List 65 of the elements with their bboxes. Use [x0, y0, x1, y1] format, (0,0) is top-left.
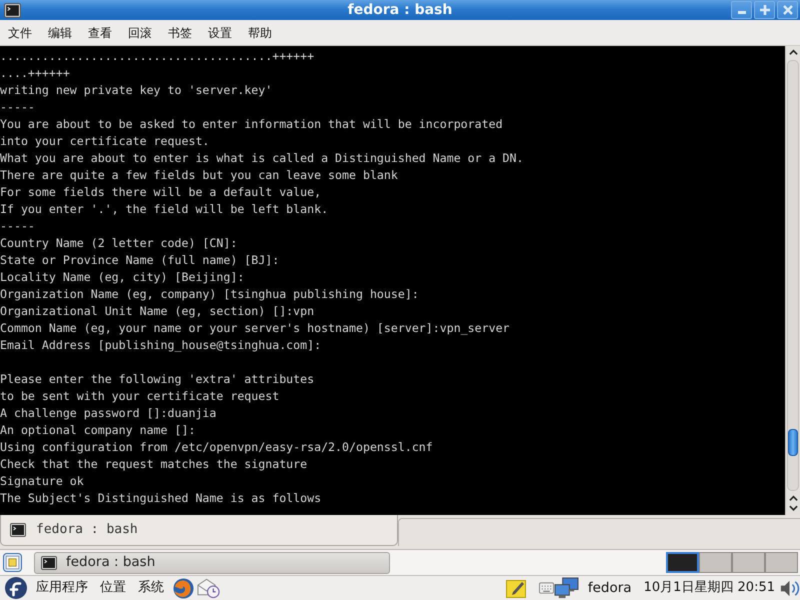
- window-title: fedora : bash: [348, 1, 452, 20]
- panel-menu[interactable]: 位置: [94, 578, 132, 598]
- workspace-tile[interactable]: [699, 552, 732, 573]
- terminal-line: writing new private key to 'server.key': [0, 82, 274, 99]
- scroll-up-icon[interactable]: [788, 495, 798, 502]
- terminal-line: A challenge password []:duanjia: [0, 405, 218, 422]
- terminal-line: into your certificate request.: [0, 133, 210, 150]
- plus-icon: [760, 5, 770, 15]
- workspace-tile[interactable]: [765, 552, 798, 573]
- terminal-line: The Subject's Distinguished Name is as follows: [0, 490, 322, 507]
- minimize-button[interactable]: [731, 1, 752, 19]
- terminal-line: Common Name (eg, your name or your server's hostname) [server]:vpn_server: [0, 320, 511, 337]
- terminal-line: Using configuration from /etc/openvpn/easy-rsa/2.0/openssl.cnf: [0, 439, 434, 456]
- task-button[interactable]: fedora : bash: [34, 552, 390, 574]
- terminal-tab[interactable]: fedora : bash: [0, 515, 398, 546]
- minimize-icon: [738, 11, 746, 14]
- workspace-tile[interactable]: [732, 552, 765, 573]
- terminal-line: -----: [0, 99, 36, 116]
- terminal-icon: [10, 523, 26, 537]
- note-pencil-icon[interactable]: [506, 578, 526, 598]
- maximize-button[interactable]: [754, 1, 775, 19]
- terminal-line: to be sent with your certificate request: [0, 388, 280, 405]
- menu-item[interactable]: 文件: [0, 24, 40, 42]
- panel-menu[interactable]: 应用程序: [30, 578, 94, 598]
- terminal-line: Locality Name (eg, city) [Beijing]:: [0, 269, 246, 286]
- terminal-line: There are quite a few fields but you can leave some blank: [0, 167, 399, 184]
- scrollbar-thumb[interactable]: [788, 429, 798, 456]
- terminal-line: Please enter the following 'extra' attributes: [0, 371, 316, 388]
- clock[interactable]: 10月1日星期四 20:51: [644, 578, 775, 598]
- terminal-line: You are about to be asked to enter information that will be incorporated: [0, 116, 504, 133]
- logo-icon[interactable]: [5, 577, 27, 599]
- menu-item[interactable]: 编辑: [40, 24, 80, 42]
- menu-item[interactable]: 设置: [200, 24, 240, 42]
- terminal-line: Country Name (2 letter code) [CN]:: [0, 235, 238, 252]
- computers-icon[interactable]: [554, 576, 579, 600]
- terminal-line: For some fields there will be a default value,: [0, 184, 322, 201]
- terminal-icon[interactable]: [4, 2, 21, 18]
- menu-item[interactable]: 帮助: [240, 24, 280, 42]
- terminal-line: Organizational Unit Name (eg, section) []:vpn: [0, 303, 316, 320]
- terminal-line: An optional company name []:: [0, 422, 196, 439]
- terminal-line: If you enter '.', the field will be left blank.: [0, 201, 330, 218]
- globe-icon[interactable]: [173, 578, 194, 598]
- terminal-line: ....++++++: [0, 65, 71, 82]
- panel-menu[interactable]: 系统: [132, 578, 170, 598]
- terminal-line: Signature ok: [0, 473, 85, 490]
- terminal-line: .......................................++++++: [0, 48, 316, 65]
- terminal-line: What you are about to enter is what is called a Distinguished Name or a DN.: [0, 150, 525, 167]
- scroll-up-icon[interactable]: [788, 49, 798, 56]
- desktop-icon[interactable]: [3, 553, 22, 572]
- user-name[interactable]: fedora: [588, 578, 632, 598]
- workspace-tile[interactable]: [666, 552, 699, 573]
- terminal-line: Email Address [publishing_house@tsinghua.com]:: [0, 337, 322, 354]
- terminal-line: State or Province Name (full name) [BJ]:: [0, 252, 280, 269]
- terminal-line: Organization Name (eg, company) [tsinghua publishing house]:: [0, 286, 420, 303]
- terminal-icon: [41, 556, 57, 570]
- menu-item[interactable]: 查看: [80, 24, 120, 42]
- scroll-down-icon[interactable]: [788, 505, 798, 511]
- menu-item[interactable]: 书签: [160, 24, 200, 42]
- close-icon: [782, 5, 792, 15]
- envelope-clock-icon[interactable]: [197, 577, 220, 599]
- menu-item[interactable]: 回滚: [120, 24, 160, 42]
- terminal-line: -----: [0, 218, 36, 235]
- keyboard-icon[interactable]: [538, 582, 554, 594]
- terminal-line: Check that the request matches the signature: [0, 456, 308, 473]
- close-button[interactable]: [777, 1, 798, 19]
